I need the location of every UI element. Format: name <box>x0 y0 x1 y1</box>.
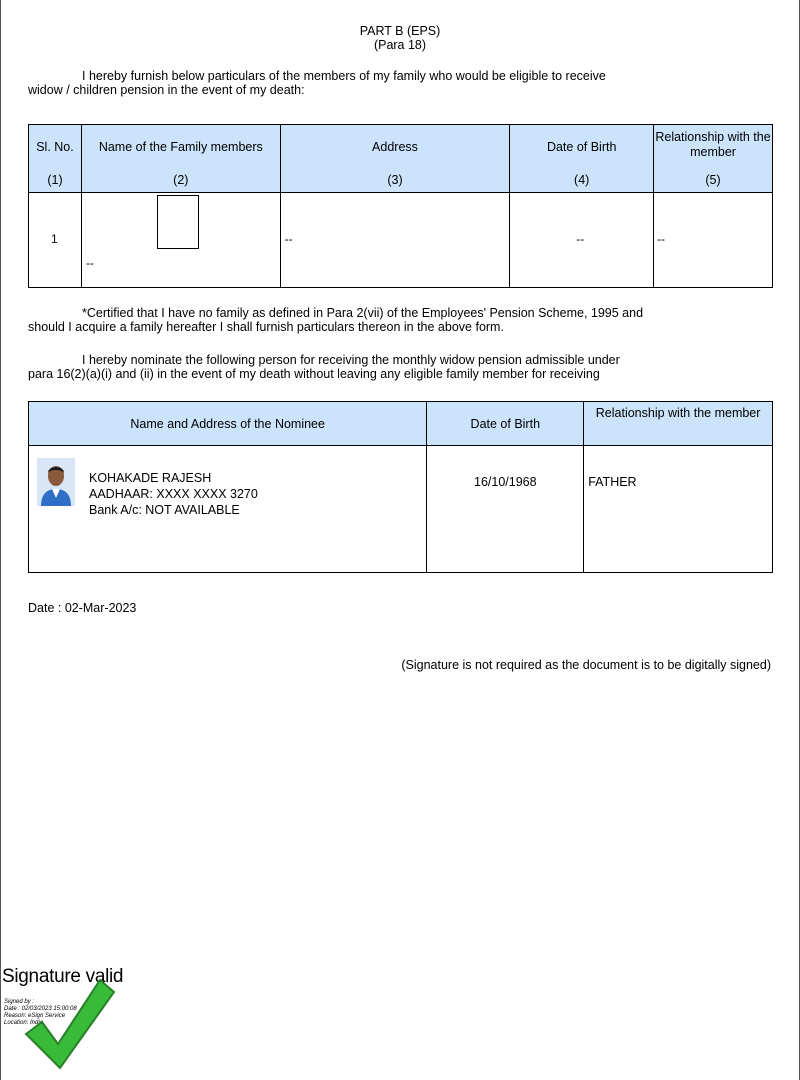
title-line-2: (Para 18) <box>373 38 427 52</box>
intro-line-1: I hereby furnish below particulars of th… <box>28 69 768 83</box>
sl-no-value: 1 <box>51 232 58 246</box>
nom-line-1: I hereby nominate the following person f… <box>28 353 768 367</box>
col-num-3: (3) <box>387 173 403 187</box>
cell-nominee-relationship: FATHER <box>583 445 773 573</box>
name-value: -- <box>85 256 94 270</box>
nominee-table: Name and Address of the Nominee Date of … <box>27 401 773 573</box>
form-title: PART B (EPS) (Para 18) <box>0 24 800 52</box>
intro-line-2: widow / children pension in the event of… <box>28 83 305 97</box>
family-members-table: Sl. No. (1) Name of the Family members (2)… <box>28 124 773 288</box>
date-line: Date : 02-Mar-2023 <box>28 601 137 615</box>
certification-paragraph: *Certified that I have no family as defi… <box>28 306 768 334</box>
intro-line-1-text: I hereby furnish below particulars of th… <box>82 69 606 83</box>
cert-line-1-text: *Certified that I have no family as defi… <box>82 306 644 320</box>
col-label-sl-no: Sl. No. <box>36 140 74 154</box>
cell-nominee-dob: 16/10/1968 <box>426 445 585 573</box>
col-header-nominee-relationship: Relationship with the member <box>583 401 773 446</box>
cell-dob: -- <box>509 192 655 288</box>
cell-name: -- <box>80 192 281 288</box>
col-header-address: Address (3) <box>279 124 511 193</box>
nominee-aadhaar: AADHAAR: XXXX XXXX 3270 <box>89 487 258 501</box>
nominee-text-block: KOHAKADE RAJESH AADHAAR: XXXX XXXX 3270 … <box>89 470 258 518</box>
col-header-name: Name of the Family members (2) <box>80 124 281 193</box>
nominee-bank: Bank A/c: NOT AVAILABLE <box>89 503 240 517</box>
col-num-5: (5) <box>705 173 721 187</box>
cert-line-2: should I acquire a family hereafter I sh… <box>28 320 504 334</box>
col-label-relationship: Relationship with the member <box>655 130 771 159</box>
nominee-photo <box>37 458 75 506</box>
relationship-value: -- <box>657 232 666 246</box>
col-label-dob: Date of Birth <box>546 140 617 154</box>
family-table-header-row: Sl. No. (1) Name of the Family members (2)… <box>28 124 773 193</box>
dob-value: -- <box>576 232 585 246</box>
person-photo-icon <box>37 458 75 506</box>
col-num-2: (2) <box>173 173 189 187</box>
cert-line-1: *Certified that I have no family as defi… <box>28 306 768 320</box>
checkmark-icon <box>24 978 116 1070</box>
cell-nominee-details: KOHAKADE RAJESH AADHAAR: XXXX XXXX 3270 … <box>27 445 428 573</box>
col-header-nominee-dob: Date of Birth <box>426 401 585 446</box>
nom-line-2: para 16(2)(a)(i) and (ii) in the event o… <box>28 367 600 381</box>
nominee-name: KOHAKADE RAJESH <box>89 471 212 485</box>
photo-placeholder <box>156 195 199 249</box>
signature-note: (Signature is not required as the docume… <box>401 658 771 672</box>
col-label-address: Address <box>372 140 418 154</box>
col-header-sl-no: Sl. No. (1) <box>28 124 82 193</box>
table-row: 1 -- -- -- -- <box>28 192 773 288</box>
intro-paragraph: I hereby furnish below particulars of th… <box>28 69 768 97</box>
cell-address: -- <box>279 192 511 288</box>
address-value: -- <box>284 232 293 246</box>
col-num-4: (4) <box>574 173 590 187</box>
cell-sl-no: 1 <box>28 192 82 288</box>
table-row: KOHAKADE RAJESH AADHAAR: XXXX XXXX 3270 … <box>27 445 773 573</box>
nominee-table-header-row: Name and Address of the Nominee Date of … <box>27 401 773 446</box>
cell-relationship: -- <box>653 192 773 288</box>
nom-line-1-text: I hereby nominate the following person f… <box>82 353 620 367</box>
col-header-dob: Date of Birth (4) <box>509 124 655 193</box>
col-header-relationship: Relationship with the member (5) <box>653 124 773 193</box>
col-label-name: Name of the Family members <box>98 140 263 154</box>
col-header-nominee: Name and Address of the Nominee <box>27 401 428 446</box>
page-edge-left <box>0 0 1 1080</box>
title-line-1: PART B (EPS) <box>359 24 441 38</box>
col-num-1: (1) <box>47 173 63 187</box>
nomination-paragraph: I hereby nominate the following person f… <box>28 353 768 381</box>
